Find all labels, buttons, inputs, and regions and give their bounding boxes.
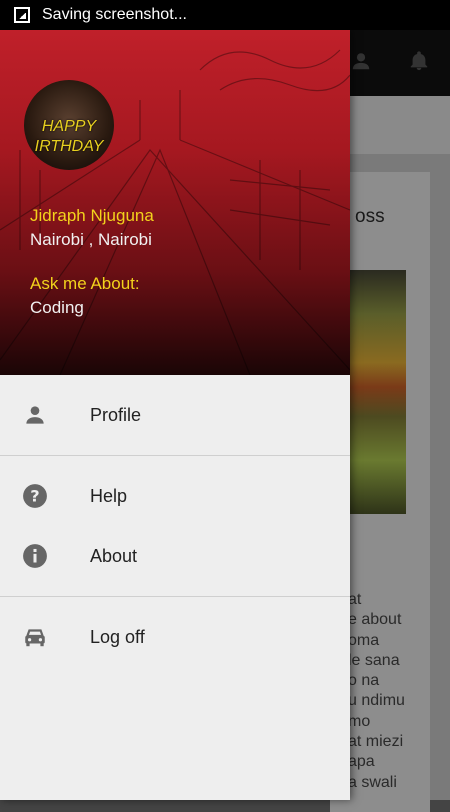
post-body-line: e about xyxy=(348,611,402,629)
car-icon xyxy=(25,629,45,647)
post-body-line: at miezi xyxy=(348,733,404,751)
drawer-item-label: Profile xyxy=(90,404,142,425)
post-body-line: mo xyxy=(348,712,371,730)
post-body-line: le sana xyxy=(348,651,400,669)
drawer-item-log-off[interactable]: Log off xyxy=(0,607,350,667)
avatar-caption-line1: HAPPY xyxy=(41,118,97,135)
post-title-partial: oss xyxy=(355,206,385,227)
drawer-item-about[interactable]: About xyxy=(0,526,350,586)
screenshot-icon xyxy=(14,7,30,23)
status-notification-text: Saving screenshot... xyxy=(42,6,187,23)
user-name: Jidraph Njuguna xyxy=(30,206,154,225)
post-body-line: a swali xyxy=(348,773,397,791)
navigation-drawer: HAPPY IRTHDAY Jidraph Njuguna Nairobi , … xyxy=(0,30,350,800)
notifications-bell-icon[interactable] xyxy=(408,50,430,72)
post-body-line: oma xyxy=(348,631,380,649)
drawer-item-profile[interactable]: Profile xyxy=(0,385,350,445)
drawer-header: HAPPY IRTHDAY Jidraph Njuguna Nairobi , … xyxy=(0,30,350,375)
ask-me-about-value: Coding xyxy=(30,298,84,317)
post-body-line: u ndimu xyxy=(348,692,405,710)
avatar[interactable]: HAPPY IRTHDAY xyxy=(24,80,114,170)
avatar-caption-line2: IRTHDAY xyxy=(34,138,104,155)
person-icon xyxy=(26,406,44,424)
post-body-line: at xyxy=(348,591,362,608)
help-icon: ? xyxy=(23,484,47,508)
account-icon[interactable] xyxy=(350,50,372,72)
post-body-line: o na xyxy=(348,672,380,690)
drawer-divider xyxy=(0,596,350,597)
post-body-partial: at e about oma le sana o na u ndimu mo at miezi… xyxy=(348,590,438,793)
info-icon xyxy=(23,544,47,568)
drawer-divider xyxy=(0,455,350,456)
post-body-line: apa xyxy=(348,753,375,771)
street-sketch-background xyxy=(0,49,350,375)
drawer-item-label: Help xyxy=(90,485,128,506)
drawer-item-help[interactable]: ? Help xyxy=(0,466,350,526)
status-bar: Saving screenshot... xyxy=(0,0,450,30)
drawer-item-label: About xyxy=(90,545,138,566)
ask-me-about-label: Ask me About: xyxy=(30,274,140,293)
user-location: Nairobi , Nairobi xyxy=(30,230,152,249)
drawer-item-label: Log off xyxy=(90,626,145,647)
svg-text:?: ? xyxy=(30,486,39,505)
